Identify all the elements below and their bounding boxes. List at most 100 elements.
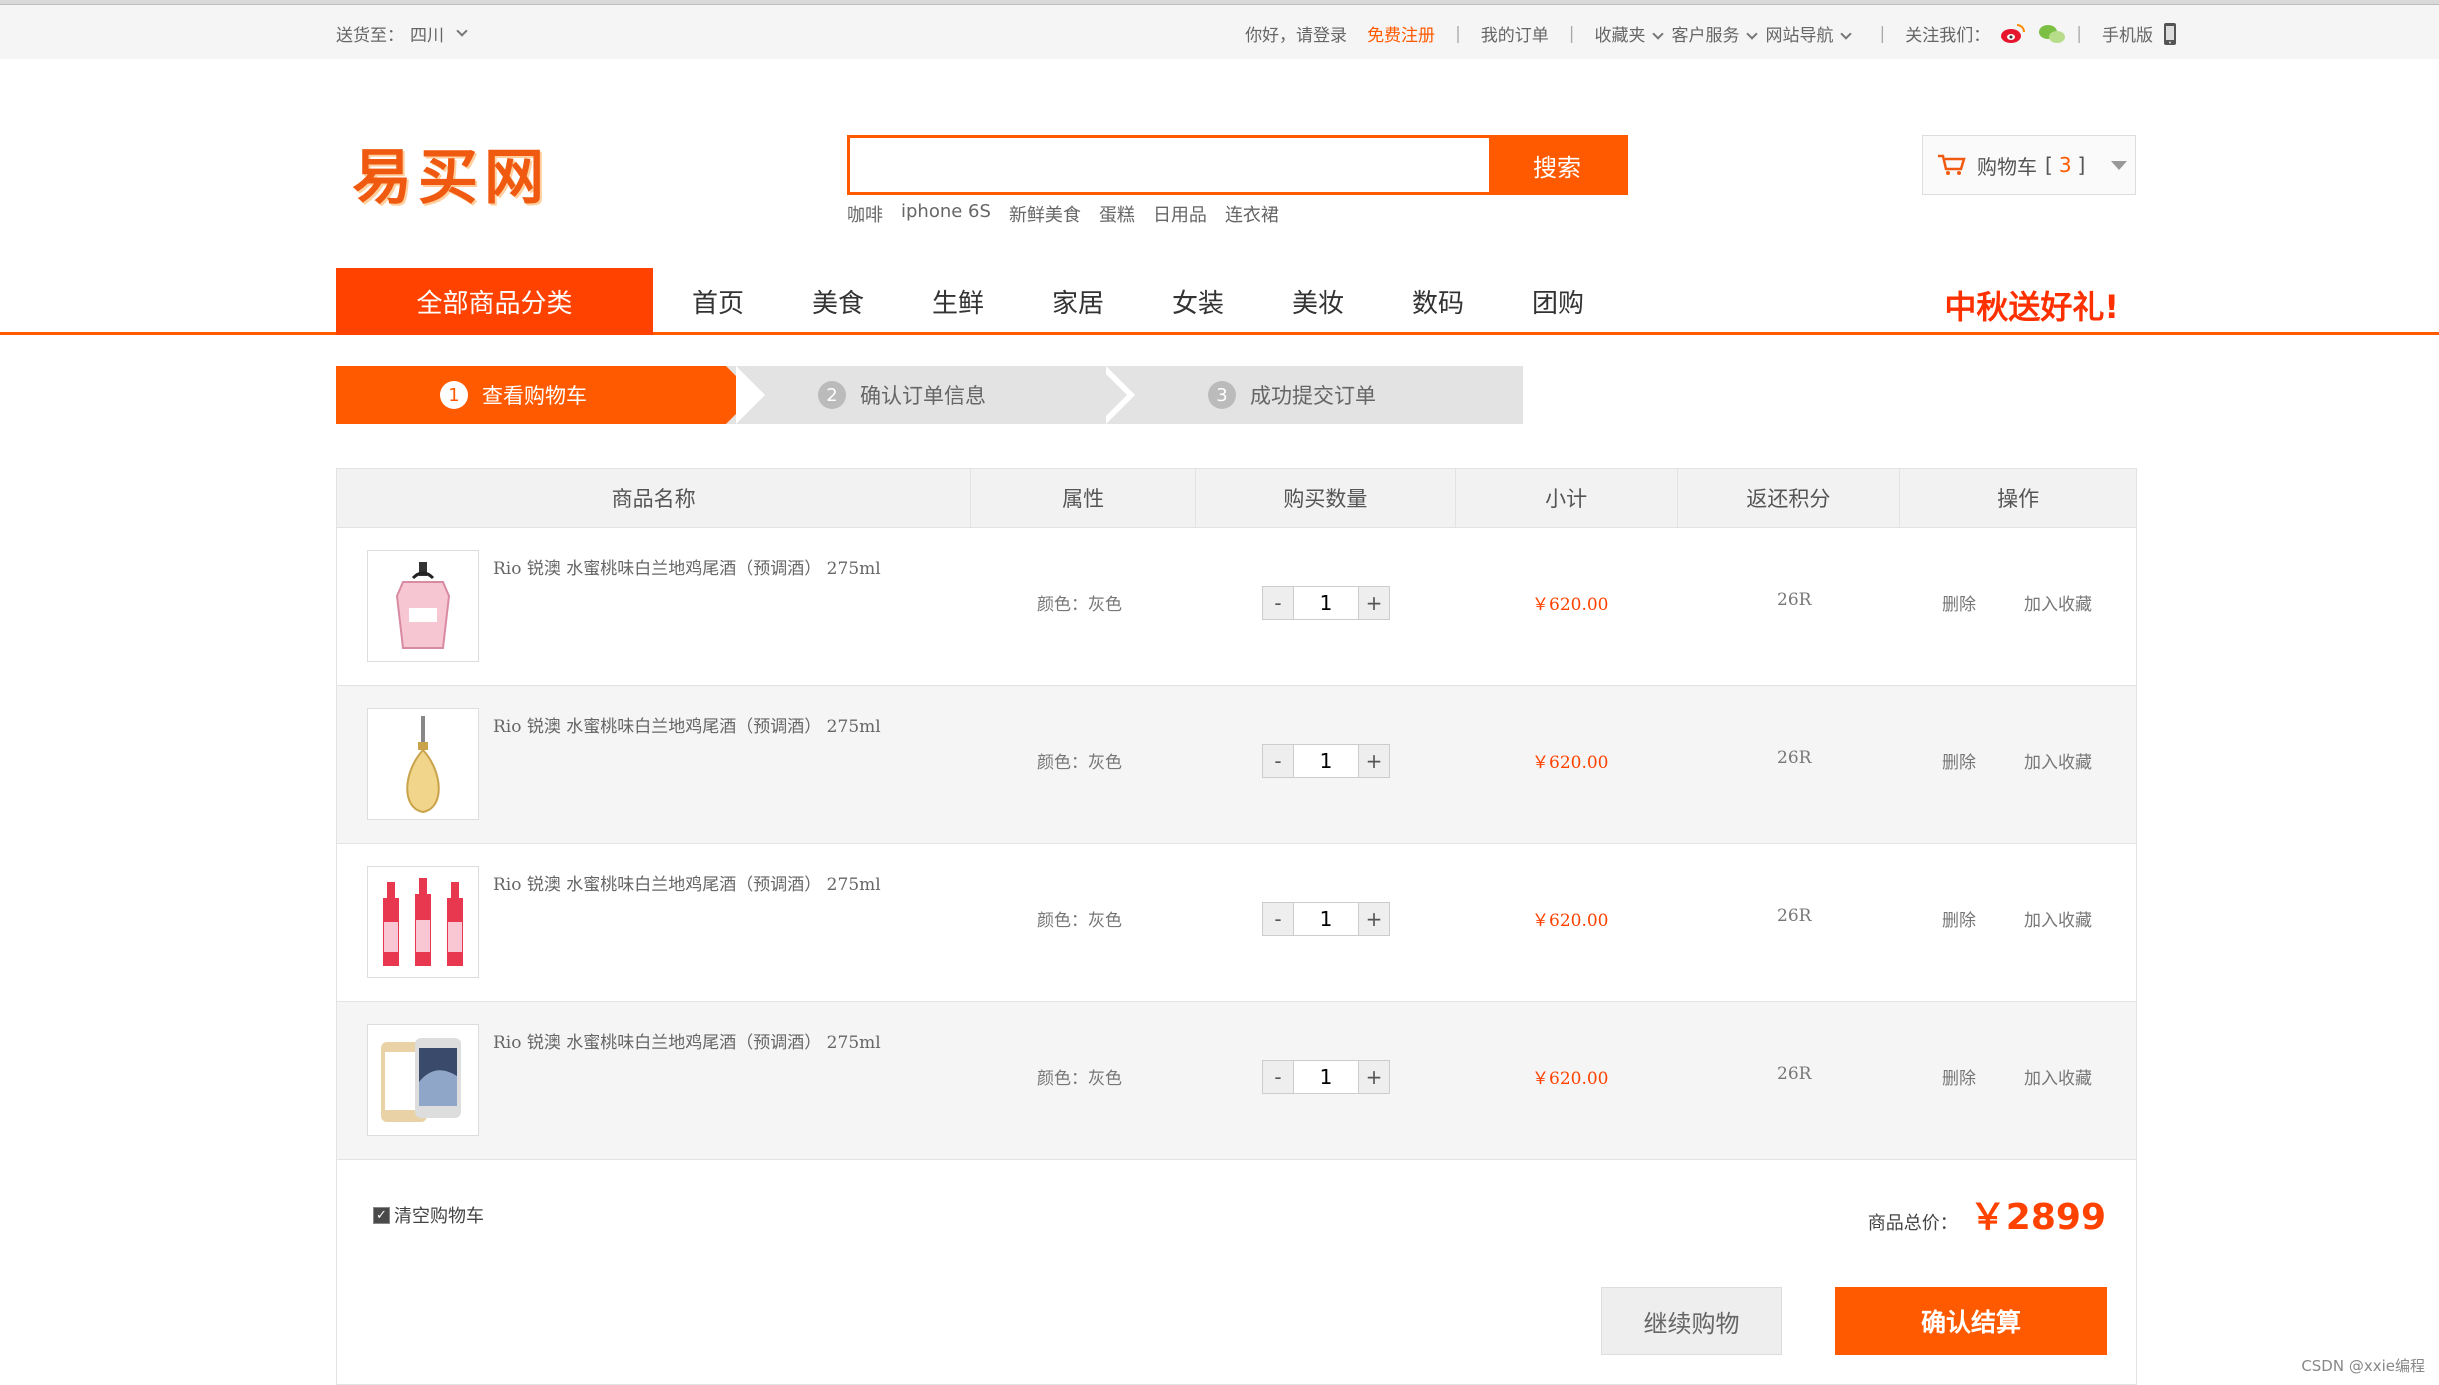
weibo-icon[interactable]: [2000, 23, 2026, 45]
site-nav-menu[interactable]: 网站导航: [1766, 21, 1850, 46]
quantity-stepper: - +: [1262, 744, 1390, 778]
mobile-link[interactable]: 手机版: [2102, 21, 2153, 46]
favorites-menu[interactable]: 收藏夹: [1595, 21, 1662, 46]
hot-keyword[interactable]: 蛋糕: [1099, 201, 1135, 227]
qty-input[interactable]: [1293, 1061, 1359, 1093]
header: 易买网 搜索 咖啡 iphone 6S 新鲜美食 蛋糕 日用品 连衣裙 购物车 …: [0, 59, 2439, 264]
step-label: 成功提交订单: [1250, 380, 1376, 410]
clear-cart-control[interactable]: ✓ 清空购物车: [373, 1202, 484, 1228]
qty-plus-button[interactable]: +: [1359, 745, 1389, 777]
hot-keyword[interactable]: 连衣裙: [1225, 201, 1279, 227]
deliver-region[interactable]: 四川: [410, 21, 444, 46]
divider: |: [1455, 24, 1461, 44]
product-name[interactable]: Rio 锐澳 水蜜桃味白兰地鸡尾酒（预调酒） 275ml: [493, 870, 881, 895]
table-row: Rio 锐澳 水蜜桃味白兰地鸡尾酒（预调酒） 275ml 颜色：灰色 - + ￥…: [337, 528, 2136, 686]
qty-plus-button[interactable]: +: [1359, 587, 1389, 619]
hot-keyword[interactable]: 日用品: [1153, 201, 1207, 227]
chevron-down-icon: [1652, 28, 1663, 39]
reward-points: 26R: [1777, 748, 1811, 768]
my-orders-link[interactable]: 我的订单: [1481, 21, 1549, 46]
step-view-cart: 1 查看购物车: [336, 366, 726, 424]
nav-item-fresh[interactable]: 生鲜: [898, 283, 1018, 320]
table-row: Rio 锐澳 水蜜桃味白兰地鸡尾酒（预调酒） 275ml 颜色：灰色 - + ￥…: [337, 686, 2136, 844]
all-categories-button[interactable]: 全部商品分类: [336, 268, 653, 335]
continue-shopping-button[interactable]: 继续购物: [1601, 1287, 1782, 1355]
hot-keyword[interactable]: iphone 6S: [901, 201, 991, 227]
perfume-pink-image: [383, 556, 463, 656]
subtotal: ￥620.00: [1532, 1064, 1608, 1089]
product-name[interactable]: Rio 锐澳 水蜜桃味白兰地鸡尾酒（预调酒） 275ml: [493, 712, 881, 737]
checkout-button[interactable]: 确认结算: [1835, 1287, 2107, 1355]
total-label: 商品总价：: [1868, 1209, 1958, 1235]
checkbox-checked-icon[interactable]: ✓: [373, 1207, 390, 1224]
qty-minus-button[interactable]: -: [1263, 587, 1293, 619]
top-bar: 送货至： 四川 你好，请登录 免费注册 | 我的订单 | 收藏夹 客户服务 网站…: [0, 5, 2439, 59]
delete-link[interactable]: 删除: [1942, 748, 1976, 773]
promo-banner[interactable]: 中秋送好礼!: [1944, 282, 2119, 328]
cart-label: 购物车: [1977, 151, 2037, 180]
divider: |: [1569, 24, 1575, 44]
nav-item-home-living[interactable]: 家居: [1018, 283, 1138, 320]
product-name[interactable]: Rio 锐澳 水蜜桃味白兰地鸡尾酒（预调酒） 275ml: [493, 554, 881, 579]
qty-minus-button[interactable]: -: [1263, 745, 1293, 777]
qty-plus-button[interactable]: +: [1359, 903, 1389, 935]
qty-input[interactable]: [1293, 587, 1359, 619]
top-links: 你好，请登录 免费注册 | 我的订单 | 收藏夹 客户服务 网站导航 | 关注我…: [1235, 21, 2177, 46]
delete-link[interactable]: 删除: [1942, 590, 1976, 615]
customer-service-label: 客户服务: [1672, 26, 1740, 46]
caret-down-icon: [2111, 161, 2127, 170]
product-attr: 颜色：灰色: [1037, 1064, 1122, 1089]
cart-bracket-open: [: [2045, 153, 2053, 177]
login-link[interactable]: 你好，请登录: [1245, 21, 1347, 46]
product-name[interactable]: Rio 锐澳 水蜜桃味白兰地鸡尾酒（预调酒） 275ml: [493, 1028, 881, 1053]
product-thumbnail[interactable]: [367, 708, 479, 820]
qty-minus-button[interactable]: -: [1263, 1061, 1293, 1093]
chevron-down-icon[interactable]: [456, 25, 467, 36]
search-button[interactable]: 搜索: [1489, 138, 1625, 192]
cart-button[interactable]: 购物车 [ 3 ]: [1922, 135, 2136, 195]
step-separator-fill: [1098, 366, 1127, 424]
watermark: CSDN @xxie编程: [2301, 1355, 2425, 1376]
product-thumbnail[interactable]: [367, 550, 479, 662]
column-header: 小计: [1456, 469, 1678, 527]
deliver-to[interactable]: 送货至： 四川: [336, 21, 466, 46]
delete-link[interactable]: 删除: [1942, 1064, 1976, 1089]
nav-item-home[interactable]: 首页: [658, 283, 778, 320]
column-header: 购买数量: [1196, 469, 1456, 527]
qty-input[interactable]: [1293, 745, 1359, 777]
add-favorite-link[interactable]: 加入收藏: [2024, 906, 2092, 931]
step-confirm-order: 2 确认订单信息: [818, 366, 986, 424]
qty-plus-button[interactable]: +: [1359, 1061, 1389, 1093]
nav-item-digital[interactable]: 数码: [1378, 283, 1498, 320]
phone-image: [375, 1032, 471, 1128]
site-logo[interactable]: 易买网: [352, 129, 550, 216]
nav-item-group-buy[interactable]: 团购: [1498, 283, 1618, 320]
customer-service-menu[interactable]: 客户服务: [1672, 21, 1756, 46]
register-link[interactable]: 免费注册: [1367, 21, 1435, 46]
nav-item-food[interactable]: 美食: [778, 283, 898, 320]
mobile-phone-icon[interactable]: [2163, 22, 2177, 46]
delete-link[interactable]: 删除: [1942, 906, 1976, 931]
add-favorite-link[interactable]: 加入收藏: [2024, 1064, 2092, 1089]
search-input[interactable]: [850, 138, 1489, 192]
product-attr: 颜色：灰色: [1037, 748, 1122, 773]
product-thumbnail[interactable]: [367, 866, 479, 978]
step-number: 1: [440, 381, 468, 409]
column-header: 返还积分: [1678, 469, 1901, 527]
qty-minus-button[interactable]: -: [1263, 903, 1293, 935]
qty-input[interactable]: [1293, 903, 1359, 935]
total-price: 商品总价： ￥2899: [1868, 1188, 2106, 1240]
subtotal: ￥620.00: [1532, 906, 1608, 931]
step-submit-order: 3 成功提交订单: [1208, 366, 1376, 424]
step-label: 确认订单信息: [860, 380, 986, 410]
main-nav: 全部商品分类 首页 美食 生鲜 家居 女装 美妆 数码 团购 中秋送好礼!: [0, 268, 2439, 335]
product-thumbnail[interactable]: [367, 1024, 479, 1136]
add-favorite-link[interactable]: 加入收藏: [2024, 590, 2092, 615]
hot-keyword[interactable]: 新鲜美食: [1009, 201, 1081, 227]
nav-item-beauty[interactable]: 美妆: [1258, 283, 1378, 320]
wechat-icon[interactable]: [2038, 23, 2066, 45]
cart-bracket-close: ]: [2078, 153, 2086, 177]
add-favorite-link[interactable]: 加入收藏: [2024, 748, 2092, 773]
nav-item-womens[interactable]: 女装: [1138, 283, 1258, 320]
hot-keyword[interactable]: 咖啡: [847, 201, 883, 227]
